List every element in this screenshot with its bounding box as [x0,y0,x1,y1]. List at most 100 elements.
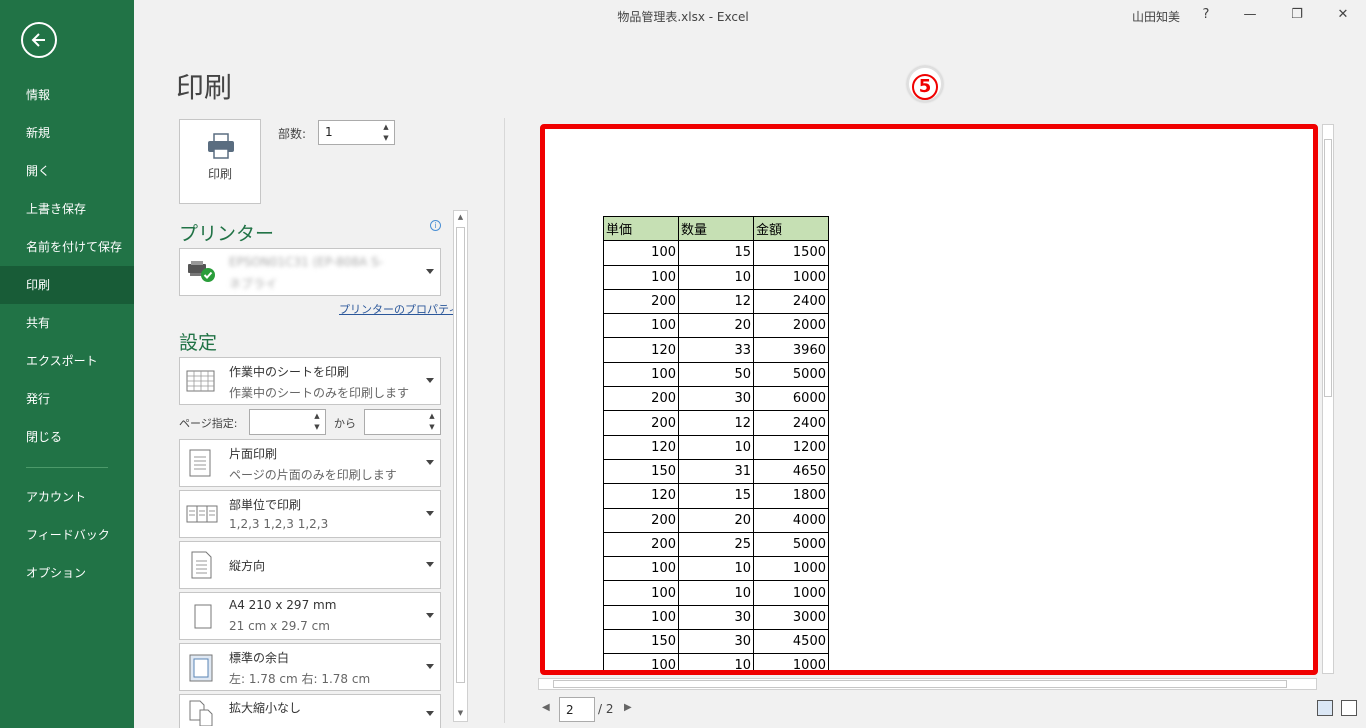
table-cell: 100 [603,361,679,388]
copies-down-icon[interactable]: ▼ [380,133,392,144]
current-page-input[interactable]: 2 [559,697,595,722]
sidebar-item[interactable]: フィードバック [0,516,134,554]
table-row: 120 10 1200 [603,434,829,460]
back-button[interactable] [21,22,57,58]
table-cell: 30 [678,386,754,412]
sidebar-item[interactable]: 情報 [0,76,134,114]
pages-to-up-icon[interactable]: ▲ [426,411,438,422]
table-cell: 200 [603,288,679,315]
scroll-up-icon[interactable]: ▲ [456,213,465,223]
chevron-down-icon [426,562,434,567]
table-cell: 10 [678,556,754,582]
sidebar-item[interactable]: アカウント [0,478,134,516]
printer-ready-icon [188,261,215,282]
table-cell: 1800 [753,483,829,509]
pages-from-up-icon[interactable]: ▲ [311,411,323,422]
printer-icon [208,133,234,159]
page-title: 印刷 [176,71,233,104]
table-cell: 10 [678,653,754,670]
setting-main: 拡大縮小なし [229,701,302,715]
scroll-thumb[interactable] [553,680,1287,688]
chevron-down-icon [426,269,434,274]
pages-to-label: から [334,417,356,430]
minimize-button[interactable]: — [1238,4,1262,26]
setting-sub: 左: 1.78 cm 右: 1.78 cm [229,672,371,686]
next-page-icon[interactable]: ▶ [624,702,632,713]
table-cell: 100 [603,604,679,631]
table-cell: 31 [678,458,754,485]
margins-dropdown[interactable]: 標準の余白 左: 1.78 cm 右: 1.78 cm [179,643,441,691]
zoom-to-page-button[interactable] [1341,700,1357,716]
pages-from-down-icon[interactable]: ▼ [311,422,323,433]
sidebar-item[interactable]: 新規 [0,114,134,152]
orientation-dropdown[interactable]: 縦方向 [179,541,441,589]
backstage-sidebar: 情報 新規 開く 上書き保存 名前を付けて保存 印刷 共有 エクスポート 発行 閉じるアカウントフ… [0,0,134,728]
scaling-dropdown[interactable]: 拡大縮小なし [179,694,441,728]
settings-scrollbar[interactable]: ▲ ▼ [453,210,468,722]
help-button[interactable]: ? [1194,4,1218,26]
collation-dropdown[interactable]: 部単位で印刷 1,2,3 1,2,3 1,2,3 [179,490,441,538]
table-cell: 12 [678,410,754,436]
setting-main: 片面印刷 [229,447,278,461]
table-header-cell: 数量 [678,215,754,242]
sidebar-item[interactable]: 共有 [0,304,134,342]
portrait-icon [191,551,212,579]
table-cell: 20 [678,507,754,533]
printer-name: EPSON01C31 (EP-808A S- [229,255,384,269]
previous-page-icon[interactable]: ◀ [542,702,550,713]
table-cell: 15 [678,240,754,266]
copies-up-icon[interactable]: ▲ [380,122,392,133]
paper-size-dropdown[interactable]: A4 210 x 297 mm 21 cm x 29.7 cm [179,592,441,640]
sidebar-item[interactable]: エクスポート [0,342,134,380]
sidebar-item[interactable]: 上書き保存 [0,190,134,228]
show-margins-button[interactable] [1317,700,1333,716]
table-cell: 3000 [753,604,829,631]
table-cell: 20 [678,313,754,339]
sidebar-item[interactable]: 開く [0,152,134,190]
back-arrow-icon [31,33,45,47]
step-number: 5 [912,74,938,100]
sidebar-item[interactable]: 発行 [0,380,134,418]
pages-from-input[interactable]: ▲ ▼ [249,409,326,435]
table-cell: 100 [603,264,679,290]
scroll-thumb[interactable] [456,227,465,683]
print-what-dropdown[interactable]: 作業中のシートを印刷 作業中のシートのみを印刷します [179,357,441,405]
user-name[interactable]: 山田知美 [1132,8,1180,25]
table-header-cell: 単価 [603,215,679,242]
table-row: 200 20 4000 [603,507,829,533]
panel-divider [504,118,505,723]
printer-properties-link[interactable]: プリンターのプロパティ [339,301,459,317]
restore-button[interactable]: ❐ [1285,4,1309,26]
sidebar-item[interactable]: 閉じる [0,418,134,456]
scaling-icon [189,700,213,726]
setting-main: A4 210 x 297 mm [229,598,337,612]
setting-main: 部単位で印刷 [229,498,302,512]
sidebar-item[interactable]: 名前を付けて保存 [0,228,134,266]
scroll-thumb[interactable] [1324,139,1332,397]
pages-to-input[interactable]: ▲ ▼ [364,409,441,435]
scroll-down-icon[interactable]: ▼ [456,709,465,719]
preview-horizontal-scrollbar[interactable] [538,678,1317,690]
table-row: 100 10 1000 [603,556,829,582]
sidebar-item[interactable]: 印刷 [0,266,134,304]
table-cell: 1000 [753,580,829,606]
sidebar-item[interactable]: オプション [0,554,134,592]
print-button[interactable]: 印刷 [179,119,261,204]
table-cell: 100 [603,556,679,582]
info-icon[interactable]: i [430,220,441,231]
table-cell: 3960 [753,337,829,363]
table-cell: 150 [603,458,679,485]
pages-to-down-icon[interactable]: ▼ [426,422,438,433]
table-row: 100 30 3000 [603,604,829,631]
close-button[interactable]: ✕ [1331,4,1355,26]
table-cell: 5000 [753,361,829,388]
copies-stepper[interactable]: 1 ▲ ▼ [318,120,395,145]
settings-section-title: 設定 [179,332,218,354]
copies-value: 1 [325,125,333,139]
table-cell: 1000 [753,264,829,290]
table-cell: 200 [603,386,679,412]
setting-sub: 1,2,3 1,2,3 1,2,3 [229,517,329,531]
printer-dropdown[interactable]: EPSON01C31 (EP-808A S- ネブライ [179,248,441,296]
sides-dropdown[interactable]: 片面印刷 ページの片面のみを印刷します [179,439,441,487]
preview-vertical-scrollbar[interactable] [1322,124,1334,674]
